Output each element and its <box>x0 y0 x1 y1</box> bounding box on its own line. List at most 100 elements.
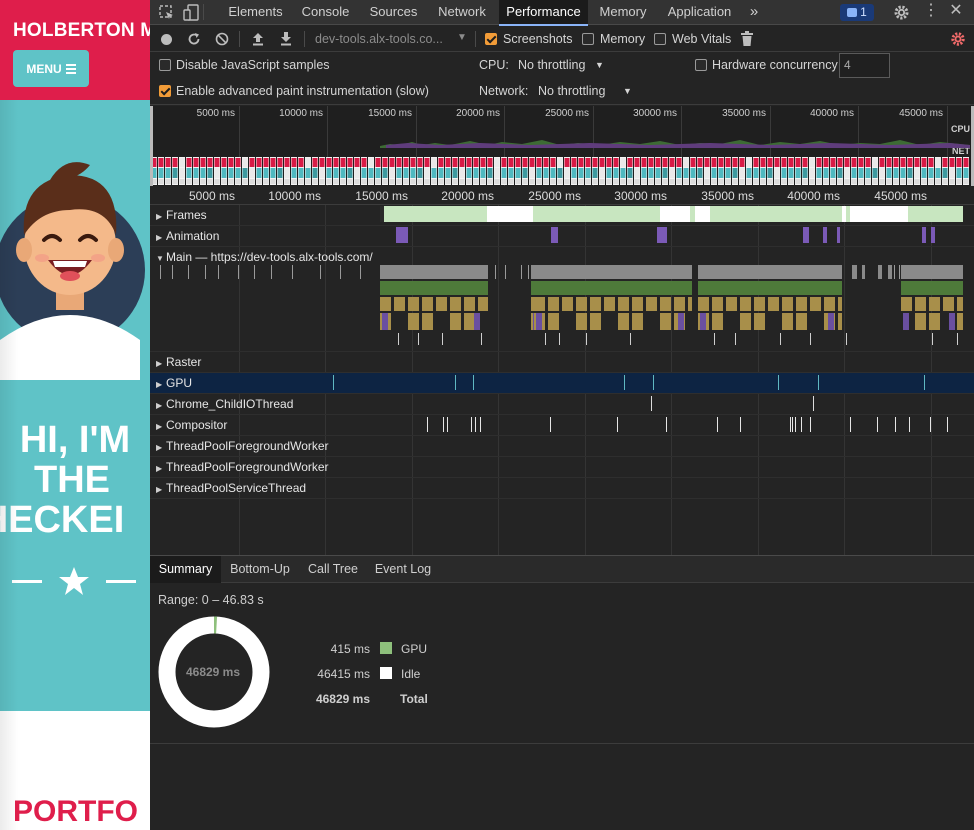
screenshot-thumbnail <box>375 157 381 185</box>
screenshot-thumbnail <box>487 157 493 185</box>
screenshots-checkbox[interactable] <box>485 33 497 45</box>
hardware-concurrency-checkbox[interactable] <box>695 59 707 71</box>
memory-checkbox[interactable] <box>582 33 594 45</box>
screenshot-thumbnail <box>872 157 878 185</box>
screenshot-thumbnail <box>781 157 787 185</box>
timeline-flame-chart[interactable] <box>150 205 974 555</box>
close-devtools-icon[interactable]: ✕ <box>949 3 963 19</box>
screenshot-thumbnail <box>949 157 955 185</box>
disable-js-samples-checkbox[interactable] <box>159 59 171 71</box>
memory-label: Memory <box>600 32 646 46</box>
screenshot-thumbnail <box>928 157 934 185</box>
cpu-activity-graph <box>380 140 970 148</box>
overview-selection-handle-left[interactable] <box>150 106 153 186</box>
tab-sources[interactable]: Sources <box>360 0 427 25</box>
screenshot-thumbnail <box>711 157 717 185</box>
devtools-panel: Elements Console Sources Network Perform… <box>150 0 974 830</box>
tab-event-log[interactable]: Event Log <box>367 556 439 583</box>
screenshot-thumbnail <box>186 157 192 185</box>
screenshot-thumbnail <box>809 157 815 185</box>
ruler-tick-label: 40000 ms <box>787 189 840 203</box>
screenshot-thumbnail <box>242 157 248 185</box>
gpu-track-markers <box>333 375 925 390</box>
upload-icon[interactable] <box>251 31 265 46</box>
recording-select[interactable]: dev-tools.alx-tools.co... <box>315 32 443 46</box>
summary-idle-swatch <box>380 667 392 679</box>
disable-js-samples-label: Disable JavaScript samples <box>176 58 330 72</box>
screenshot-thumbnail <box>662 157 668 185</box>
screenshot-thumbnail <box>214 157 220 185</box>
tab-elements[interactable]: Elements <box>220 0 291 25</box>
screenshot-thumbnail <box>865 157 871 185</box>
web-vitals-label: Web Vitals <box>672 32 732 46</box>
menu-button[interactable]: MENU <box>13 50 89 87</box>
record-icon[interactable] <box>161 34 172 45</box>
network-throttling-select[interactable]: No throttling <box>538 84 605 98</box>
summary-total-value: 46829 ms <box>315 692 370 706</box>
screenshot-thumbnail <box>305 157 311 185</box>
screenshot-thumbnail <box>158 157 164 185</box>
recording-select-chevron-icon[interactable]: ▼ <box>457 32 467 43</box>
ruler-tick-label: 10000 ms <box>268 189 321 203</box>
device-toolbar-icon[interactable] <box>183 4 199 21</box>
tab-console[interactable]: Console <box>291 0 360 25</box>
tab-application[interactable]: Application <box>658 0 741 25</box>
advanced-paint-checkbox[interactable] <box>159 85 171 97</box>
tab-performance[interactable]: Performance <box>499 0 588 26</box>
hardware-concurrency-input[interactable]: 4 <box>839 53 890 78</box>
screenshot-thumbnail <box>249 157 255 185</box>
tab-network[interactable]: Network <box>427 0 497 25</box>
capture-settings-gear-icon[interactable] <box>950 31 966 47</box>
screenshot-thumbnail <box>529 157 535 185</box>
screen: HOLBERTON M MENU HI, I'M THE ECKEI PORTF… <box>0 0 974 830</box>
site-header: HOLBERTON M MENU <box>0 0 150 100</box>
summary-gpu-value: 415 ms <box>330 642 370 656</box>
screenshot-thumbnail <box>396 157 402 185</box>
screenshot-thumbnail <box>165 157 171 185</box>
kebab-menu-icon[interactable]: ⋮ <box>923 3 939 19</box>
ruler-tick-label: 35000 ms <box>701 189 754 203</box>
screenshot-thumbnail <box>508 157 514 185</box>
download-icon[interactable] <box>279 31 293 46</box>
screenshot-thumbnail <box>837 157 843 185</box>
avatar-illustration <box>0 162 145 380</box>
more-tabs-chevron-icon[interactable]: » <box>744 0 764 25</box>
screenshot-thumbnail <box>690 157 696 185</box>
cpu-throttling-value: No throttling <box>518 58 586 72</box>
screenshot-thumbnail <box>718 157 724 185</box>
web-vitals-checkbox[interactable] <box>654 33 666 45</box>
cpu-throttling-select[interactable]: No throttling <box>518 58 585 72</box>
tab-memory[interactable]: Memory <box>588 0 658 25</box>
issues-badge[interactable]: 1 <box>840 4 874 21</box>
screenshot-thumbnail <box>473 157 479 185</box>
screenshot-thumbnail <box>263 157 269 185</box>
tab-call-tree[interactable]: Call Tree <box>299 556 367 583</box>
site-brand[interactable]: HOLBERTON M <box>13 20 150 42</box>
screenshot-thumbnail <box>200 157 206 185</box>
donut-total-label: 46829 ms <box>185 665 241 679</box>
tab-summary[interactable]: Summary <box>150 556 221 583</box>
screenshot-thumbnail <box>557 157 563 185</box>
screenshot-thumbnail <box>466 157 472 185</box>
screenshot-thumbnail <box>739 157 745 185</box>
tab-bottom-up[interactable]: Bottom-Up <box>221 556 299 583</box>
trash-icon[interactable] <box>741 31 753 46</box>
hero-line-1: HI, I'M <box>19 419 131 461</box>
screenshot-thumbnail <box>424 157 430 185</box>
screenshot-thumbnail <box>536 157 542 185</box>
settings-gear-icon[interactable] <box>893 4 910 21</box>
ruler-tick-label: 15000 ms <box>355 189 408 203</box>
panel-shadow <box>0 100 18 830</box>
reload-icon[interactable] <box>187 32 201 46</box>
screenshot-thumbnail <box>277 157 283 185</box>
tab-separator <box>203 4 204 20</box>
screenshot-thumbnail <box>606 157 612 185</box>
inspect-element-icon[interactable] <box>159 5 174 20</box>
frames-track-bars <box>380 206 963 222</box>
screenshot-thumbnail <box>347 157 353 185</box>
cpu-select-chevron-icon[interactable]: ▼ <box>595 60 604 70</box>
screenshot-thumbnail <box>795 157 801 185</box>
summary-gpu-swatch <box>380 642 392 654</box>
network-select-chevron-icon[interactable]: ▼ <box>623 86 632 96</box>
clear-icon[interactable] <box>215 32 229 46</box>
